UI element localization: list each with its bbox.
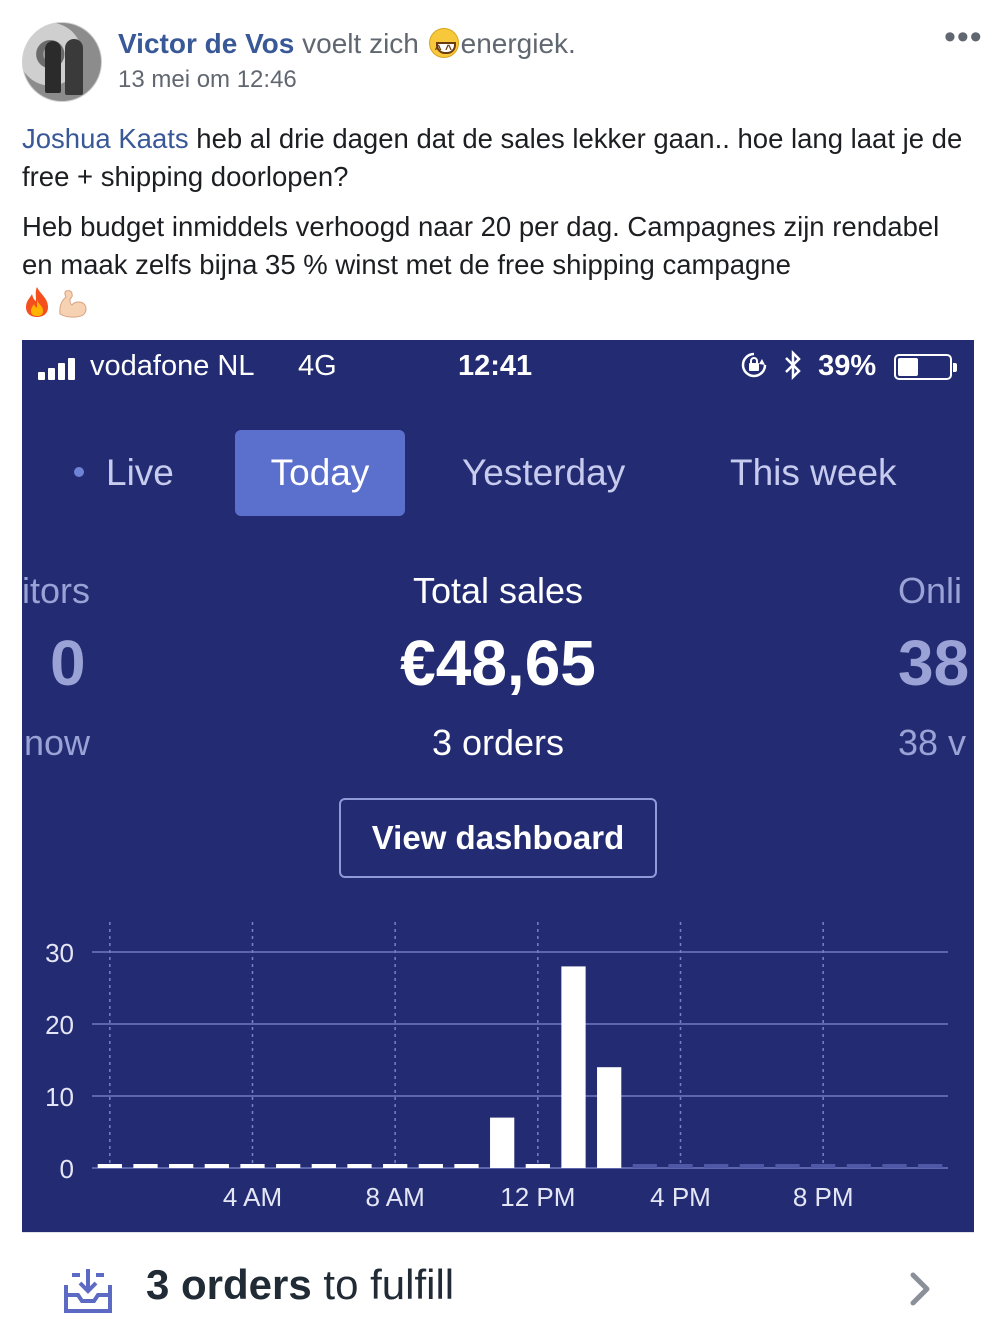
status-clock: 12:41 (458, 350, 533, 382)
feeling-prefix: voelt zich (302, 28, 419, 59)
chart-xtick-label-3: 4 PM (650, 1182, 711, 1212)
online-sub-partial: 38 v (898, 722, 967, 763)
chart-ytick-label-10: 10 (45, 1082, 74, 1112)
tab-yesterday[interactable]: Yesterday (462, 430, 625, 516)
chart-xtick-label-1: 8 AM (366, 1182, 425, 1212)
shopify-app-screenshot: vodafone NL 4G 12:41 39% Live Today Yest… (22, 340, 974, 1344)
live-dot-icon (74, 467, 84, 477)
tab-today[interactable]: Today (235, 430, 405, 516)
chart-bar-hour-19 (775, 1164, 800, 1168)
total-sales-value: €48,65 (400, 627, 596, 699)
chart-bar-hour-13 (561, 966, 586, 1168)
tab-live-label: Live (106, 452, 174, 493)
fire-icon (26, 287, 48, 317)
battery-level-fill (898, 358, 918, 376)
tab-live[interactable]: Live (74, 430, 174, 516)
status-right-group: 39% (740, 349, 877, 383)
chart-ytick-label-0: 0 (60, 1154, 74, 1184)
paragraph-2-text: Heb budget inmiddels verhoogd naar 20 pe… (22, 211, 940, 280)
post-header-line: Victor de Vos voelt zich energiek. (118, 26, 576, 67)
chart-xtick-label-2: 12 PM (500, 1182, 575, 1212)
network-type: 4G (298, 350, 337, 382)
signal-bars-icon (38, 356, 82, 380)
online-value-partial: 38 (898, 627, 970, 699)
author-avatar[interactable] (22, 22, 102, 102)
chart-bar-hour-23 (918, 1164, 943, 1168)
chart-xtick-label-0: 4 AM (223, 1182, 282, 1212)
tab-this-week[interactable]: This week (730, 430, 897, 516)
fulfill-count: 3 orders (146, 1261, 312, 1308)
period-tabs: Live Today Yesterday This week (22, 430, 974, 518)
battery-percent: 39% (818, 350, 877, 382)
post-paragraph-1: Joshua Kaats heb al drie dagen dat de sa… (22, 120, 972, 196)
fulfill-rest: to fulfill (311, 1261, 455, 1308)
total-sales-label: Total sales (412, 570, 584, 611)
feeling-text[interactable]: energiek. (461, 28, 576, 59)
chart-bar-hour-20 (811, 1164, 836, 1168)
post-header: Victor de Vos voelt zich energiek. 13 me… (0, 0, 992, 112)
chart-bar-hour-22 (882, 1164, 907, 1168)
chart-bar-hour-15 (632, 1164, 657, 1168)
chart-bar-hour-4 (240, 1164, 265, 1168)
post-options-button[interactable]: ••• (944, 20, 983, 54)
chart-bar-hour-3 (204, 1164, 229, 1168)
chart-xtick-label-4: 8 PM (793, 1182, 854, 1212)
online-label-partial: Onli (898, 570, 963, 611)
chart-bar-hour-11 (490, 1117, 515, 1168)
chart-ytick-label-30: 30 (45, 938, 74, 968)
fulfill-text: 3 orders to fulfill (146, 1261, 454, 1309)
carrier-name: vodafone NL (90, 350, 255, 382)
chart-ytick-label-20: 20 (45, 1010, 74, 1040)
post-timestamp[interactable]: 13 mei om 12:46 (118, 66, 297, 94)
chart-bar-hour-2 (169, 1164, 194, 1168)
metrics-carousel: itors 0 now Total sales €48,65 3 orders … (22, 558, 974, 763)
rotation-lock-icon (741, 352, 767, 378)
chart-bar-hour-18 (739, 1164, 764, 1168)
chart-bar-hour-14 (597, 1067, 622, 1168)
mention-link[interactable]: Joshua Kaats (22, 123, 189, 154)
chart-bar-hour-0 (97, 1164, 122, 1168)
bluetooth-icon (785, 349, 801, 381)
chart-bar-hour-9 (418, 1164, 443, 1168)
post-paragraph-2: Heb budget inmiddels verhoogd naar 20 pe… (22, 208, 972, 322)
chart-bar-hour-17 (704, 1164, 729, 1168)
chart-bar-hour-10 (454, 1164, 479, 1168)
chart-bar-hour-16 (668, 1164, 693, 1168)
flexed-biceps-icon (59, 290, 87, 318)
chart-bar-hour-8 (383, 1164, 408, 1168)
chevron-right-icon (910, 1272, 930, 1306)
hourly-sales-chart: 0 10 20 30 4 AM 8 AM 12 PM 4 PM 8 PM (22, 914, 974, 1214)
total-orders-count: 3 orders (431, 722, 565, 763)
author-name-link[interactable]: Victor de Vos (118, 28, 294, 59)
grinning-squinting-face-icon (428, 28, 459, 67)
view-dashboard-button[interactable]: View dashboard (339, 798, 657, 878)
chart-bar-hour-5 (276, 1164, 301, 1168)
chart-bar-hour-1 (133, 1164, 158, 1168)
chart-bar-hour-7 (347, 1164, 372, 1168)
chart-bar-hour-21 (846, 1164, 871, 1168)
avatar-person-right (65, 39, 83, 95)
chart-bar-hour-12 (525, 1164, 550, 1168)
avatar-person-left (45, 41, 61, 93)
orders-to-fulfill-bar[interactable]: 3 orders to fulfill (22, 1232, 974, 1344)
post-body: Joshua Kaats heb al drie dagen dat de sa… (22, 120, 972, 334)
phone-status-bar: vodafone NL 4G 12:41 39% (22, 340, 974, 394)
chart-bar-hour-6 (311, 1164, 336, 1168)
battery-icon (894, 354, 957, 380)
fulfill-download-icon (64, 1269, 112, 1313)
hourly-sales-chart-svg: 0 10 20 30 4 AM 8 AM 12 PM 4 PM 8 PM (45, 922, 948, 1212)
